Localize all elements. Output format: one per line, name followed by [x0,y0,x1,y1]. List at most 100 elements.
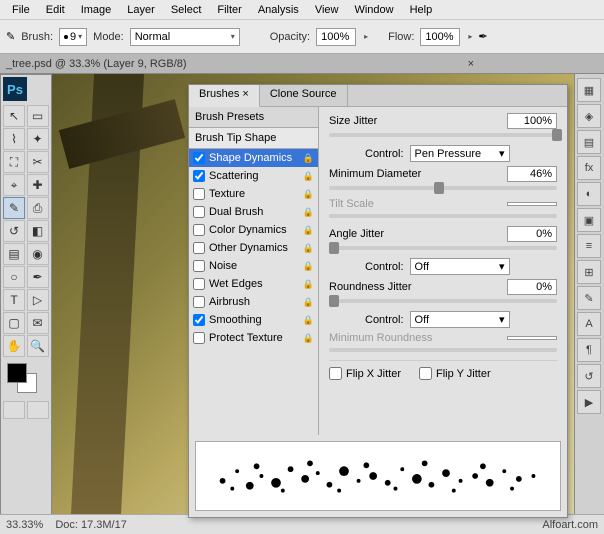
panel-icon-character[interactable]: A [577,312,601,336]
mode-dropdown[interactable]: Normal▾ [130,28,240,46]
size-jitter-value[interactable]: 100% [507,113,557,129]
control-3-dropdown[interactable]: Off▾ [410,311,510,328]
panel-icon-swatches[interactable]: ▤ [577,130,601,154]
opacity-arrow-icon[interactable]: ▸ [364,32,368,41]
wand-tool[interactable]: ✦ [27,128,49,150]
panel-icon-styles[interactable]: fx [577,156,601,180]
eraser-tool[interactable]: ◧ [27,220,49,242]
gradient-tool[interactable]: ▤ [3,243,25,265]
brush-option-wet-edges[interactable]: Wet Edges🔒 [189,275,318,293]
panel-icon-masks[interactable]: ▣ [577,208,601,232]
panel-icon-channels[interactable]: ⊞ [577,260,601,284]
control-2-dropdown[interactable]: Off▾ [410,258,510,275]
color-swatch[interactable] [1,359,51,399]
tab-brushes[interactable]: Brushes × [189,85,260,107]
checkbox-icon[interactable] [193,188,205,200]
path-tool[interactable]: ▷ [27,289,49,311]
stamp-tool[interactable]: ⎙ [27,197,49,219]
brush-option-other-dynamics[interactable]: Other Dynamics🔒 [189,239,318,257]
brush-presets-header[interactable]: Brush Presets [189,107,318,128]
dodge-tool[interactable]: ○ [3,266,25,288]
blur-tool[interactable]: ◉ [27,243,49,265]
lock-icon: 🔒 [303,153,314,164]
angle-jitter-slider[interactable] [329,246,557,250]
brush-tool[interactable]: ✎ [3,197,25,219]
flip-y-checkbox[interactable]: Flip Y Jitter [419,367,491,380]
menu-image[interactable]: Image [73,2,120,18]
type-tool[interactable]: T [3,289,25,311]
menu-window[interactable]: Window [346,2,401,18]
size-jitter-slider[interactable] [329,133,557,137]
checkbox-icon[interactable] [193,296,205,308]
menu-filter[interactable]: Filter [209,2,249,18]
shape-tool[interactable]: ▢ [3,312,25,334]
panel-icon-paragraph[interactable]: ¶ [577,338,601,362]
checkbox-icon[interactable] [193,314,205,326]
hand-tool[interactable]: ✋ [3,335,25,357]
min-diameter-value[interactable]: 46% [507,166,557,182]
flow-arrow-icon[interactable]: ▸ [468,32,472,41]
move-tool[interactable]: ↖ [3,105,25,127]
panel-icon-history[interactable]: ↺ [577,364,601,388]
marquee-tool[interactable]: ▭ [27,105,49,127]
slice-tool[interactable]: ✂ [27,151,49,173]
roundness-jitter-slider[interactable] [329,299,557,303]
flip-x-checkbox[interactable]: Flip X Jitter [329,367,401,380]
brush-option-dual-brush[interactable]: Dual Brush🔒 [189,203,318,221]
brush-tip-shape[interactable]: Brush Tip Shape [189,128,318,149]
close-icon[interactable]: × [468,58,474,70]
brush-option-airbrush[interactable]: Airbrush🔒 [189,293,318,311]
airbrush-icon[interactable]: ✒ [478,30,487,43]
checkbox-icon[interactable] [193,170,205,182]
heal-tool[interactable]: ✚ [27,174,49,196]
quickmask-mode[interactable] [27,401,49,419]
panel-icon-navigator[interactable]: ▦ [577,78,601,102]
menu-layer[interactable]: Layer [119,2,163,18]
angle-jitter-value[interactable]: 0% [507,226,557,242]
menu-select[interactable]: Select [163,2,210,18]
menu-file[interactable]: File [4,2,38,18]
brush-preset-picker[interactable]: 9▾ [59,28,87,46]
brush-option-noise[interactable]: Noise🔒 [189,257,318,275]
document-tab[interactable]: _tree.psd @ 33.3% (Layer 9, RGB/8) [6,58,187,70]
min-diameter-slider[interactable] [329,186,557,190]
brush-option-texture[interactable]: Texture🔒 [189,185,318,203]
brush-tool-icon[interactable]: ✎ [6,30,15,43]
brush-option-shape-dynamics[interactable]: Shape Dynamics🔒 [189,149,318,167]
roundness-jitter-value[interactable]: 0% [507,279,557,295]
pen-tool[interactable]: ✒ [27,266,49,288]
menu-view[interactable]: View [307,2,347,18]
brush-option-smoothing[interactable]: Smoothing🔒 [189,311,318,329]
crop-tool[interactable]: ⛶ [3,151,25,173]
checkbox-icon[interactable] [193,224,205,236]
panel-icon-layers[interactable]: ≡ [577,234,601,258]
checkbox-icon[interactable] [193,242,205,254]
history-brush-tool[interactable]: ↺ [3,220,25,242]
brush-option-protect-texture[interactable]: Protect Texture🔒 [189,329,318,347]
panel-icon-color[interactable]: ◈ [577,104,601,128]
menu-edit[interactable]: Edit [38,2,73,18]
flow-field[interactable]: 100% [420,28,460,46]
panel-icon-paths[interactable]: ✎ [577,286,601,310]
menu-help[interactable]: Help [402,2,441,18]
zoom-level[interactable]: 33.33% [6,519,43,531]
tab-clone-source[interactable]: Clone Source [260,85,348,106]
control-1-dropdown[interactable]: Pen Pressure▾ [410,145,510,162]
menu-analysis[interactable]: Analysis [250,2,307,18]
quickmask-standard[interactable] [3,401,25,419]
checkbox-icon[interactable] [193,278,205,290]
panel-icon-adjustments[interactable]: ◐ [577,182,601,206]
opacity-field[interactable]: 100% [316,28,356,46]
brush-option-color-dynamics[interactable]: Color Dynamics🔒 [189,221,318,239]
checkbox-icon[interactable] [193,152,205,164]
notes-tool[interactable]: ✉ [27,312,49,334]
checkbox-icon[interactable] [193,206,205,218]
checkbox-icon[interactable] [193,260,205,272]
lasso-tool[interactable]: ⌇ [3,128,25,150]
panel-icon-actions[interactable]: ▶ [577,390,601,414]
checkbox-icon[interactable] [193,332,205,344]
foreground-color[interactable] [7,363,27,383]
zoom-tool[interactable]: 🔍 [27,335,49,357]
brush-option-scattering[interactable]: Scattering🔒 [189,167,318,185]
eyedropper-tool[interactable]: ⌖ [3,174,25,196]
